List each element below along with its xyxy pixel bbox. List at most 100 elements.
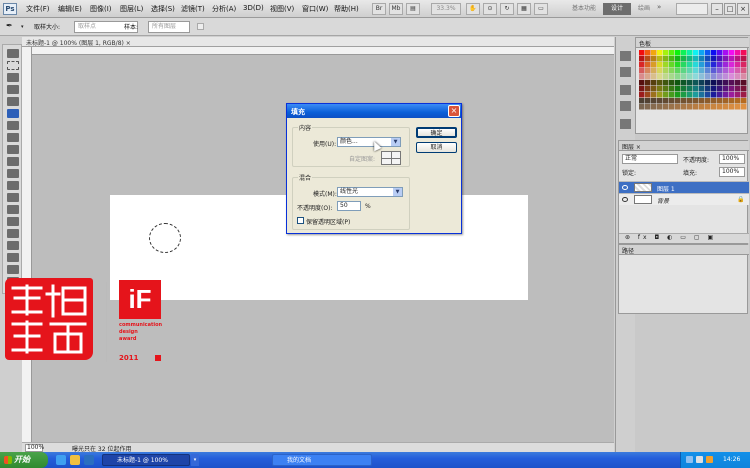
swatch[interactable] bbox=[711, 56, 717, 62]
mode-select[interactable]: 线性光 ▼ bbox=[337, 187, 403, 197]
swatch[interactable] bbox=[699, 80, 705, 86]
security-icon[interactable] bbox=[706, 456, 713, 463]
swatch[interactable] bbox=[669, 56, 675, 62]
layers-bottom-toolbar[interactable]: ⊛ fx ◘ ◐ ▭ ▢ ▣ bbox=[619, 233, 749, 243]
swatch[interactable] bbox=[735, 80, 741, 86]
swatch[interactable] bbox=[687, 86, 693, 92]
swatch[interactable] bbox=[687, 98, 693, 104]
swatch[interactable] bbox=[639, 104, 645, 110]
swatch[interactable] bbox=[711, 98, 717, 104]
swatch[interactable] bbox=[705, 68, 711, 74]
swatch[interactable] bbox=[639, 50, 645, 56]
swatch[interactable] bbox=[741, 74, 747, 80]
swatch[interactable] bbox=[651, 80, 657, 86]
swatch[interactable] bbox=[687, 56, 693, 62]
vertical-ruler[interactable] bbox=[22, 47, 32, 442]
minimize-icon[interactable]: – bbox=[711, 3, 723, 15]
menu-file[interactable]: 文件(F) bbox=[26, 4, 50, 14]
swatch[interactable] bbox=[681, 86, 687, 92]
swatch[interactable] bbox=[723, 74, 729, 80]
menu-help[interactable]: 帮助(H) bbox=[334, 4, 359, 14]
swatch[interactable] bbox=[741, 56, 747, 62]
swatch[interactable] bbox=[735, 74, 741, 80]
swatch[interactable] bbox=[669, 80, 675, 86]
swatch[interactable] bbox=[657, 86, 663, 92]
swatch[interactable] bbox=[657, 74, 663, 80]
swatches-tab[interactable]: 色板 bbox=[636, 38, 749, 48]
swatch[interactable] bbox=[741, 92, 747, 98]
layer-row-background[interactable]: 背景 🔒 bbox=[619, 193, 749, 205]
swatch[interactable] bbox=[741, 62, 747, 68]
swatch[interactable] bbox=[657, 104, 663, 110]
menu-view[interactable]: 视图(V) bbox=[270, 4, 294, 14]
swatch[interactable] bbox=[681, 62, 687, 68]
minibridge-icon[interactable]: Mb bbox=[389, 3, 403, 15]
swatch[interactable] bbox=[723, 68, 729, 74]
cancel-button[interactable]: 取消 bbox=[416, 142, 457, 153]
swatch[interactable] bbox=[711, 68, 717, 74]
swatch[interactable] bbox=[669, 68, 675, 74]
swatch[interactable] bbox=[693, 86, 699, 92]
swatch[interactable] bbox=[681, 104, 687, 110]
workspace-more-icon[interactable]: » bbox=[657, 3, 661, 11]
pen-tool-icon[interactable] bbox=[7, 217, 19, 226]
swatch[interactable] bbox=[723, 104, 729, 110]
swatch[interactable] bbox=[729, 68, 735, 74]
swatch[interactable] bbox=[717, 86, 723, 92]
swatch[interactable] bbox=[711, 104, 717, 110]
swatch[interactable] bbox=[711, 92, 717, 98]
swatch[interactable] bbox=[693, 62, 699, 68]
swatch[interactable] bbox=[705, 86, 711, 92]
swatch[interactable] bbox=[717, 56, 723, 62]
swatch[interactable] bbox=[687, 92, 693, 98]
swatch[interactable] bbox=[705, 74, 711, 80]
swatch[interactable] bbox=[663, 98, 669, 104]
folder-icon[interactable] bbox=[70, 455, 80, 465]
blend-mode-select[interactable]: 正常 bbox=[622, 154, 678, 164]
swatch[interactable] bbox=[657, 50, 663, 56]
swatch[interactable] bbox=[699, 62, 705, 68]
path-select-tool-icon[interactable] bbox=[7, 241, 19, 250]
menu-edit[interactable]: 编辑(E) bbox=[58, 4, 82, 14]
swatch[interactable] bbox=[681, 80, 687, 86]
healing-brush-tool-icon[interactable] bbox=[7, 121, 19, 130]
swatch[interactable] bbox=[675, 62, 681, 68]
swatch[interactable] bbox=[663, 104, 669, 110]
swatch[interactable] bbox=[669, 86, 675, 92]
swatch[interactable] bbox=[645, 68, 651, 74]
swatch[interactable] bbox=[675, 92, 681, 98]
bridge-icon[interactable]: Br bbox=[372, 3, 386, 15]
swatch[interactable] bbox=[663, 56, 669, 62]
swatch[interactable] bbox=[735, 86, 741, 92]
swatch[interactable] bbox=[741, 98, 747, 104]
swatch[interactable] bbox=[705, 56, 711, 62]
swatch[interactable] bbox=[699, 86, 705, 92]
brush-tool-icon[interactable] bbox=[7, 133, 19, 142]
swatch[interactable] bbox=[693, 98, 699, 104]
swatch[interactable] bbox=[669, 92, 675, 98]
swatch[interactable] bbox=[687, 62, 693, 68]
swatch[interactable] bbox=[729, 56, 735, 62]
swatch[interactable] bbox=[681, 56, 687, 62]
swatch[interactable] bbox=[699, 92, 705, 98]
cs-live-button[interactable] bbox=[676, 3, 708, 15]
swatch[interactable] bbox=[723, 56, 729, 62]
swatch[interactable] bbox=[663, 86, 669, 92]
eyedropper-preset-icon[interactable]: ✒ bbox=[6, 21, 20, 33]
swatch[interactable] bbox=[681, 98, 687, 104]
swatch[interactable] bbox=[645, 56, 651, 62]
history-panel-icon[interactable] bbox=[620, 51, 631, 61]
swatch[interactable] bbox=[675, 74, 681, 80]
swatch[interactable] bbox=[645, 104, 651, 110]
swatch[interactable] bbox=[639, 56, 645, 62]
eye-icon[interactable] bbox=[622, 197, 628, 202]
start-button[interactable]: 开始 bbox=[0, 452, 48, 468]
swatch[interactable] bbox=[729, 104, 735, 110]
zoom-level-menu[interactable]: 33.3% bbox=[431, 3, 461, 15]
network-icon[interactable] bbox=[686, 456, 693, 463]
swatch[interactable] bbox=[693, 68, 699, 74]
workspace-painting[interactable]: 绘画 bbox=[633, 3, 655, 15]
paths-tab[interactable]: 路径 bbox=[619, 245, 749, 255]
eye-icon[interactable] bbox=[622, 185, 628, 190]
swatch[interactable] bbox=[639, 86, 645, 92]
